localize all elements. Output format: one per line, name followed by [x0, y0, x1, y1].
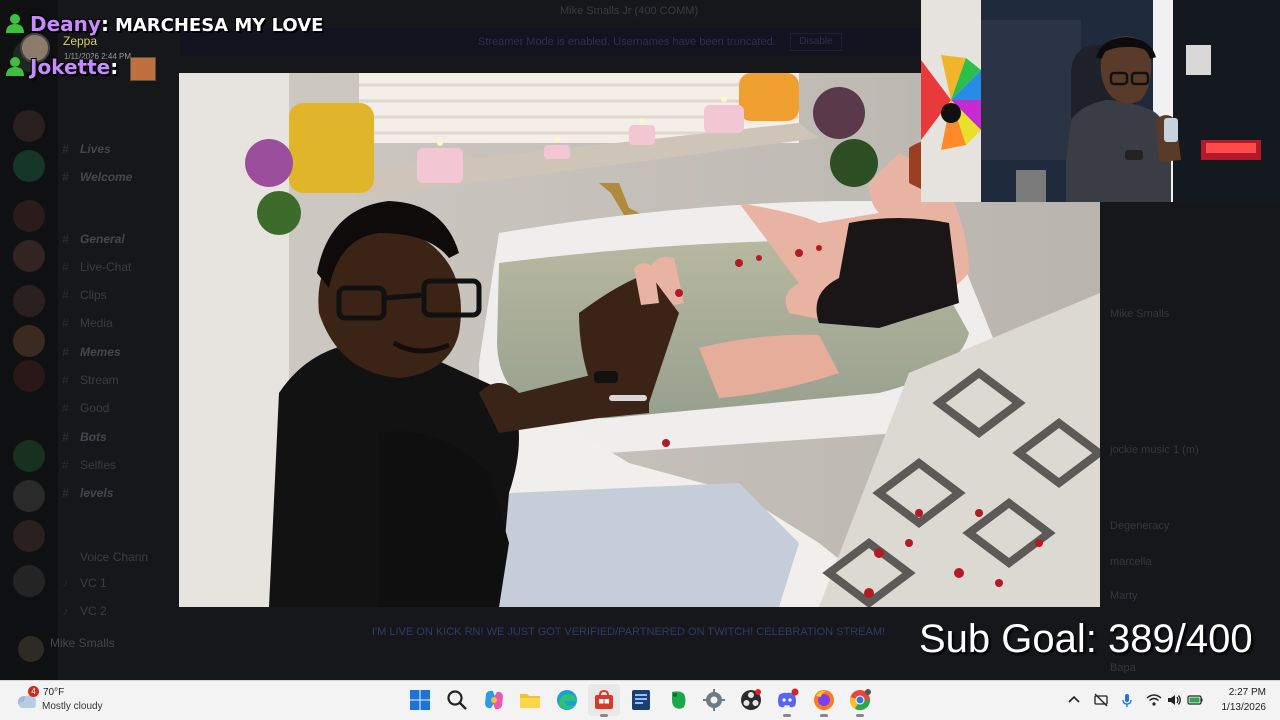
chat-message: I'M LIVE ON KICK RN! WE JUST GOT VERIFIE…	[372, 626, 886, 638]
taskbar-indicator	[820, 714, 828, 717]
clock-date[interactable]: 1/13/2026	[1216, 702, 1267, 713]
user-name: Mike Smalls	[50, 636, 115, 650]
channel-item[interactable]: # Bots	[62, 430, 180, 450]
channel-item[interactable]: # Memes	[62, 345, 180, 365]
popup-username: Zeppa	[63, 34, 98, 48]
clock-time[interactable]: 2:27 PM	[1226, 687, 1266, 698]
chat-username[interactable]: Deany	[30, 12, 101, 36]
server-icon[interactable]	[13, 325, 45, 357]
member-item[interactable]: marcella	[1110, 556, 1152, 568]
channel-item[interactable]: # Welcome	[62, 170, 180, 190]
network-off-icon[interactable]	[1093, 692, 1109, 708]
text-editor-icon[interactable]	[629, 688, 653, 712]
wifi-icon[interactable]	[1146, 692, 1162, 708]
channel-item[interactable]: # Stream	[62, 373, 180, 393]
server-icon[interactable]	[13, 240, 45, 272]
server-rail	[0, 0, 58, 680]
channel-item[interactable]: Voice Chann	[62, 550, 180, 570]
server-icon[interactable]	[13, 440, 45, 472]
sub-badge-icon	[6, 57, 24, 76]
channel-list: # Lives # Welcome # General # Live-Chat # Cli…	[58, 0, 180, 620]
chrome-icon[interactable]	[848, 688, 872, 712]
volume-icon[interactable]	[1166, 692, 1182, 708]
chevron-up-icon[interactable]	[1066, 692, 1082, 708]
weather-temperature: 70°F	[43, 687, 65, 698]
chat-message: Jokette:	[4, 55, 118, 81]
channel-item[interactable]: ♪ VC 1	[62, 576, 180, 596]
webcam-frame	[921, 0, 1280, 202]
channel-item[interactable]: ♪ VC 2	[62, 604, 180, 624]
server-icon[interactable]	[13, 360, 45, 392]
member-list: Mike Smalls jockie music 1 (m) Degenerac…	[1100, 200, 1280, 674]
microphone-icon[interactable]	[1119, 692, 1135, 708]
search-icon[interactable]	[445, 688, 469, 712]
channel-item[interactable]: # Selfies	[62, 458, 180, 478]
obs-icon[interactable]	[739, 688, 763, 712]
copilot-icon[interactable]	[482, 688, 506, 712]
channel-item[interactable]: # General	[62, 232, 180, 252]
evernote-icon[interactable]	[666, 688, 690, 712]
server-icon[interactable]	[13, 285, 45, 317]
start-icon[interactable]	[408, 688, 432, 712]
chat-emote	[130, 57, 156, 81]
member-item[interactable]: jockie music 1 (m)	[1110, 444, 1199, 456]
taskbar-indicator	[856, 714, 864, 717]
member-item[interactable]: Mike Smalls	[1110, 308, 1169, 320]
edge-icon[interactable]	[555, 688, 579, 712]
sub-badge-icon	[6, 14, 24, 33]
member-item[interactable]: Degeneracy	[1110, 520, 1169, 532]
file-explorer-icon[interactable]	[518, 688, 542, 712]
server-icon[interactable]	[13, 110, 45, 142]
disable-streamer-mode-button[interactable]: Disable	[790, 33, 842, 51]
screen: # Lives # Welcome # General # Live-Chat # Cli…	[0, 0, 1280, 720]
chat-text: MARCHESA MY LOVE	[114, 15, 324, 36]
server-icon[interactable]	[13, 520, 45, 552]
server-icon[interactable]	[13, 150, 45, 182]
settings-icon[interactable]	[702, 688, 726, 712]
channel-item[interactable]: # levels	[62, 486, 180, 506]
battery-icon[interactable]	[1187, 692, 1203, 708]
notice-text: Streamer Mode is enabled. Usernames have…	[478, 36, 776, 48]
member-item[interactable]: Marty	[1110, 590, 1138, 602]
discord-icon[interactable]	[775, 688, 799, 712]
channel-item[interactable]: # Live-Chat	[62, 260, 180, 280]
channel-item[interactable]: # Clips	[62, 288, 180, 308]
taskbar-indicator	[600, 714, 608, 717]
weather-description: Mostly cloudy	[42, 701, 103, 712]
channel-item[interactable]: # Lives	[62, 142, 180, 162]
channel-header: Mike Smalls Jr (400 COMM)	[560, 5, 699, 17]
taskbar-indicator	[783, 714, 791, 717]
webcam-feed	[921, 0, 1280, 202]
server-icon[interactable]	[13, 200, 45, 232]
channel-item[interactable]: # Good	[62, 401, 180, 421]
avatar[interactable]	[18, 636, 44, 662]
chat-message: Deany: MARCHESA MY LOVE	[4, 12, 323, 38]
server-icon[interactable]	[13, 565, 45, 597]
notification-badge: 4	[28, 686, 39, 697]
channel-item[interactable]: # Media	[62, 316, 180, 336]
store-icon[interactable]	[592, 688, 616, 712]
firefox-icon[interactable]	[812, 688, 836, 712]
chat-username[interactable]: Jokette	[30, 55, 110, 79]
sub-goal-counter: Sub Goal: 389/400	[919, 617, 1253, 661]
server-icon[interactable]	[13, 480, 45, 512]
